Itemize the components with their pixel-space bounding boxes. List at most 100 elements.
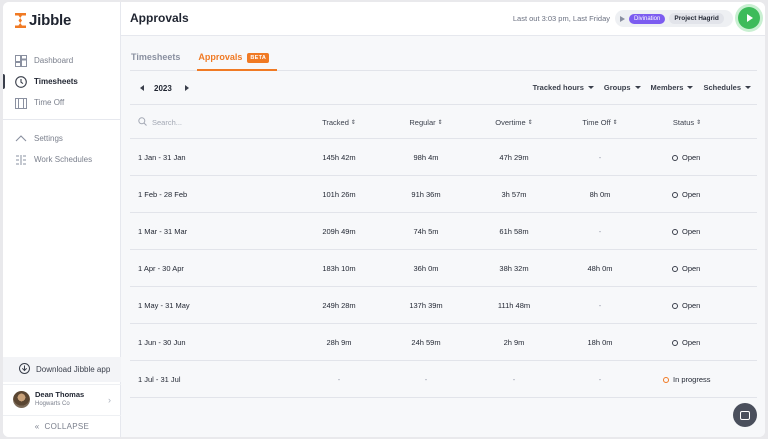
time-off-cell: - (598, 227, 602, 236)
overtime-cell: 61h 58m (499, 227, 529, 236)
open-status-icon (672, 265, 678, 272)
caret-down-icon (634, 86, 641, 89)
sort-icon: ⇕ (350, 120, 356, 126)
regular-cell: 24h 59m (411, 338, 441, 347)
column-header-overtime[interactable]: Overtime ⇕ (495, 118, 532, 127)
open-status-icon (672, 154, 678, 161)
tab-timesheets[interactable]: Timesheets (130, 46, 181, 71)
download-app-button[interactable]: Download Jibble app (3, 357, 121, 382)
column-label: Overtime (495, 118, 526, 127)
column-header-status[interactable]: Status ⇕ (673, 118, 701, 127)
table-row[interactable]: 1 May - 31 May 249h 28m 137h 39m 111h 48… (130, 287, 757, 324)
status-badge: Open (672, 190, 700, 199)
sidebar-item-work-schedules[interactable]: Work Schedules (3, 149, 121, 170)
time-off-cell: 8h 0m (589, 190, 611, 199)
download-label: Download Jibble app (36, 365, 111, 374)
settings-icon (15, 133, 27, 145)
period-cell: 1 Jul - 31 Jul (138, 375, 181, 384)
period-cell: 1 Apr - 30 Apr (138, 264, 184, 273)
status-label: Open (682, 338, 701, 347)
sidebar-item-label: Time Off (34, 98, 65, 107)
avatar (13, 391, 30, 408)
sidebar-item-timesheets[interactable]: Timesheets (3, 71, 121, 92)
time-off-cell: - (598, 375, 602, 384)
tracked-cell: 28h 9m (326, 338, 352, 347)
clock-in-pill[interactable]: Divination Project Hagrid (615, 10, 733, 27)
status-label: Open (682, 153, 701, 162)
chevron-right-icon: › (108, 395, 111, 405)
search-box[interactable] (138, 117, 212, 128)
sidebar-divider (3, 119, 121, 120)
time-off-cell: 48h 0m (587, 264, 613, 273)
chat-support-button[interactable] (733, 403, 757, 427)
column-header-regular[interactable]: Regular ⇕ (409, 118, 442, 127)
open-status-icon (672, 228, 678, 235)
page-title: Approvals (130, 11, 189, 25)
filter-label: Schedules (703, 83, 741, 92)
open-status-icon (672, 339, 678, 346)
tracked-cell: 183h 10m (322, 264, 356, 273)
filter-schedules[interactable]: Schedules (703, 83, 751, 92)
filter-label: Groups (603, 83, 631, 92)
column-header-time-off[interactable]: Time Off ⇕ (582, 118, 617, 127)
download-icon (19, 363, 30, 376)
tracked-cell: 145h 42m (322, 153, 356, 162)
table-row[interactable]: 1 Feb - 28 Feb 101h 26m 91h 36m 3h 57m 8… (130, 176, 757, 213)
search-input[interactable] (152, 118, 212, 127)
sidebar-item-settings[interactable]: Settings (3, 128, 121, 149)
start-timer-button[interactable] (738, 7, 760, 29)
top-header: Approvals Last out 3:03 pm, Last Friday … (121, 2, 765, 36)
table-row[interactable]: 1 Jan - 31 Jan 145h 42m 98h 4m 47h 29m -… (130, 139, 757, 176)
overtime-cell: - (512, 375, 516, 384)
activity-badge[interactable]: Divination (629, 13, 666, 24)
tracked-cell: 101h 26m (322, 190, 356, 199)
time-off-cell: 18h 0m (587, 338, 613, 347)
tracked-cell: 249h 28m (322, 301, 356, 310)
tab-label: Approvals (198, 52, 243, 62)
filter-groups[interactable]: Groups (604, 83, 641, 92)
table-row[interactable]: 1 Mar - 31 Mar 209h 49m 74h 5m 61h 58m -… (130, 213, 757, 250)
column-label: Tracked (322, 118, 349, 127)
filter-tracked-hours[interactable]: Tracked hours (533, 83, 594, 92)
user-profile[interactable]: Dean Thomas Hogwarts Co › (3, 384, 121, 414)
logo[interactable]: Jibble (15, 10, 71, 30)
double-chevron-left-icon: « (34, 422, 40, 431)
dashboard-icon (15, 54, 27, 67)
status-badge: In progress (663, 375, 711, 384)
sidebar-item-dashboard[interactable]: Dashboard (3, 50, 121, 71)
overtime-cell: 38h 32m (499, 264, 529, 273)
collapse-label: COLLAPSE (44, 422, 90, 431)
status-label: Open (682, 301, 701, 310)
clock-icon (15, 75, 27, 88)
regular-cell: - (424, 375, 428, 384)
status-badge: Open (672, 338, 700, 347)
table-row[interactable]: 1 Apr - 30 Apr 183h 10m 36h 0m 38h 32m 4… (130, 250, 757, 287)
period-cell: 1 Jan - 31 Jan (138, 153, 186, 162)
filter-group: Tracked hours Groups Members Schedules (533, 83, 751, 92)
toolbar: 2023 Tracked hours Groups Members Schedu… (130, 72, 757, 105)
year-label: 2023 (154, 84, 172, 93)
sidebar-item-time-off[interactable]: Time Off (3, 92, 121, 113)
user-name: Dean Thomas (35, 390, 85, 399)
status-badge: Open (672, 227, 700, 236)
app-window: Jibble Dashboard Timesheets Time Off Set… (3, 2, 765, 437)
status-label: Open (682, 227, 701, 236)
collapse-button[interactable]: « COLLAPSE (3, 415, 121, 437)
sort-icon: ⇕ (696, 120, 702, 126)
status-badge: Open (672, 301, 700, 310)
next-year-button[interactable] (185, 85, 189, 91)
sidebar: Jibble Dashboard Timesheets Time Off Set… (3, 2, 121, 437)
table-row[interactable]: 1 Jun - 30 Jun 28h 9m 24h 59m 2h 9m 18h … (130, 324, 757, 361)
previous-year-button[interactable] (140, 85, 144, 91)
overtime-cell: 47h 29m (499, 153, 529, 162)
project-tag[interactable]: Project Hagrid (669, 13, 724, 24)
open-status-icon (672, 302, 678, 309)
period-cell: 1 Mar - 31 Mar (138, 227, 188, 236)
tab-approvals[interactable]: Approvals BETA (197, 46, 278, 71)
beta-badge: BETA (247, 53, 270, 63)
sidebar-nav: Dashboard Timesheets Time Off Settings W… (3, 50, 121, 170)
column-header-tracked[interactable]: Tracked ⇕ (322, 118, 356, 127)
time-off-cell: - (598, 153, 602, 162)
table-row[interactable]: 1 Jul - 31 Jul - - - - In progress (130, 361, 757, 398)
filter-members[interactable]: Members (651, 83, 694, 92)
